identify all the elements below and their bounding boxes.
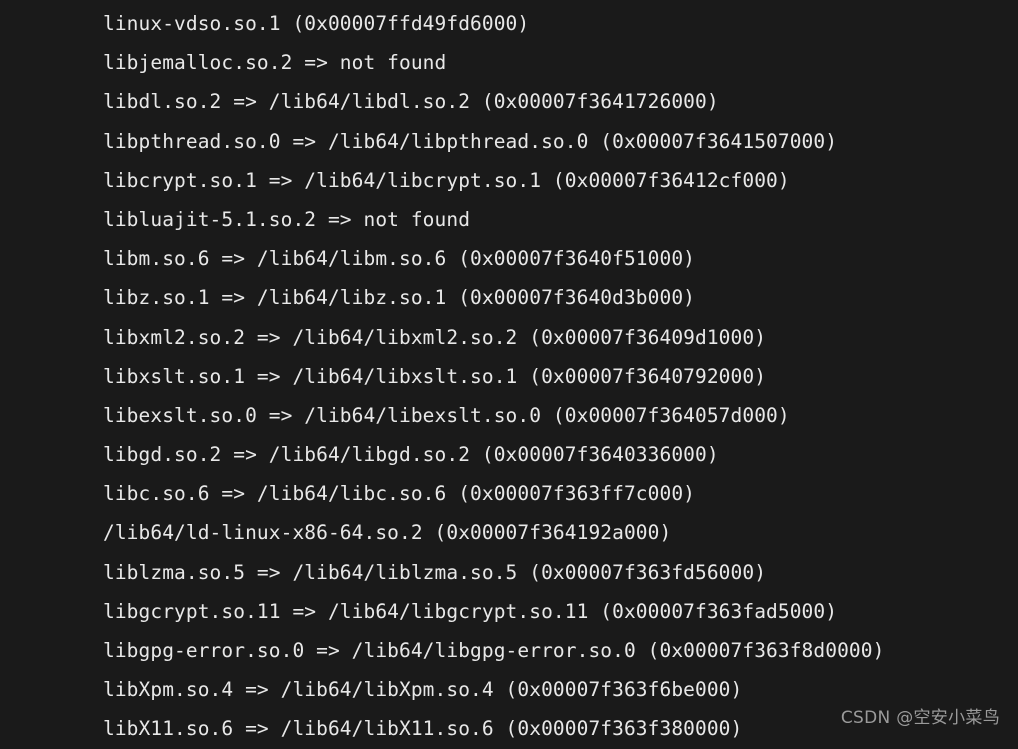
ldd-line: libxslt.so.1 => /lib64/libxslt.so.1 (0x0… bbox=[103, 364, 767, 388]
ldd-line: libpthread.so.0 => /lib64/libpthread.so.… bbox=[103, 129, 838, 153]
ldd-line: linux-vdso.so.1 (0x00007ffd49fd6000) bbox=[103, 12, 530, 35]
ldd-line: libXpm.so.4 => /lib64/libXpm.so.4 (0x000… bbox=[103, 678, 743, 702]
ldd-line: libz.so.1 => /lib64/libz.so.1 (0x00007f3… bbox=[103, 286, 695, 310]
ldd-line: libgpg-error.so.0 => /lib64/libgpg-error… bbox=[103, 639, 885, 662]
ldd-line: libc.so.6 => /lib64/libc.so.6 (0x00007f3… bbox=[103, 482, 695, 506]
ldd-line: libm.so.6 => /lib64/libm.so.6 (0x00007f3… bbox=[103, 247, 695, 271]
terminal-output-pane[interactable]: linux-vdso.so.1 (0x00007ffd49fd6000) libj… bbox=[0, 0, 1018, 740]
ldd-line: /lib64/ld-linux-x86-64.so.2 (0x00007f364… bbox=[103, 521, 672, 545]
ldd-line: libjemalloc.so.2 => not found bbox=[103, 51, 447, 75]
ldd-line: libgd.so.2 => /lib64/libgd.so.2 (0x00007… bbox=[103, 443, 719, 467]
ldd-line: libX11.so.6 => /lib64/libX11.so.6 (0x000… bbox=[103, 717, 743, 741]
ldd-line: libdl.so.2 => /lib64/libdl.so.2 (0x00007… bbox=[103, 90, 719, 114]
ldd-line: libexslt.so.0 => /lib64/libexslt.so.0 (0… bbox=[103, 403, 790, 427]
ldd-output-list: linux-vdso.so.1 (0x00007ffd49fd6000) libj… bbox=[0, 4, 1018, 749]
ldd-line: liblzma.so.5 => /lib64/liblzma.so.5 (0x0… bbox=[103, 560, 767, 584]
ldd-line: libcrypt.so.1 => /lib64/libcrypt.so.1 (0… bbox=[103, 168, 790, 192]
ldd-line: libgcrypt.so.11 => /lib64/libgcrypt.so.1… bbox=[103, 599, 838, 623]
ldd-line: libluajit-5.1.so.2 => not found bbox=[103, 207, 471, 231]
ldd-line: libxml2.so.2 => /lib64/libxml2.so.2 (0x0… bbox=[103, 325, 767, 349]
